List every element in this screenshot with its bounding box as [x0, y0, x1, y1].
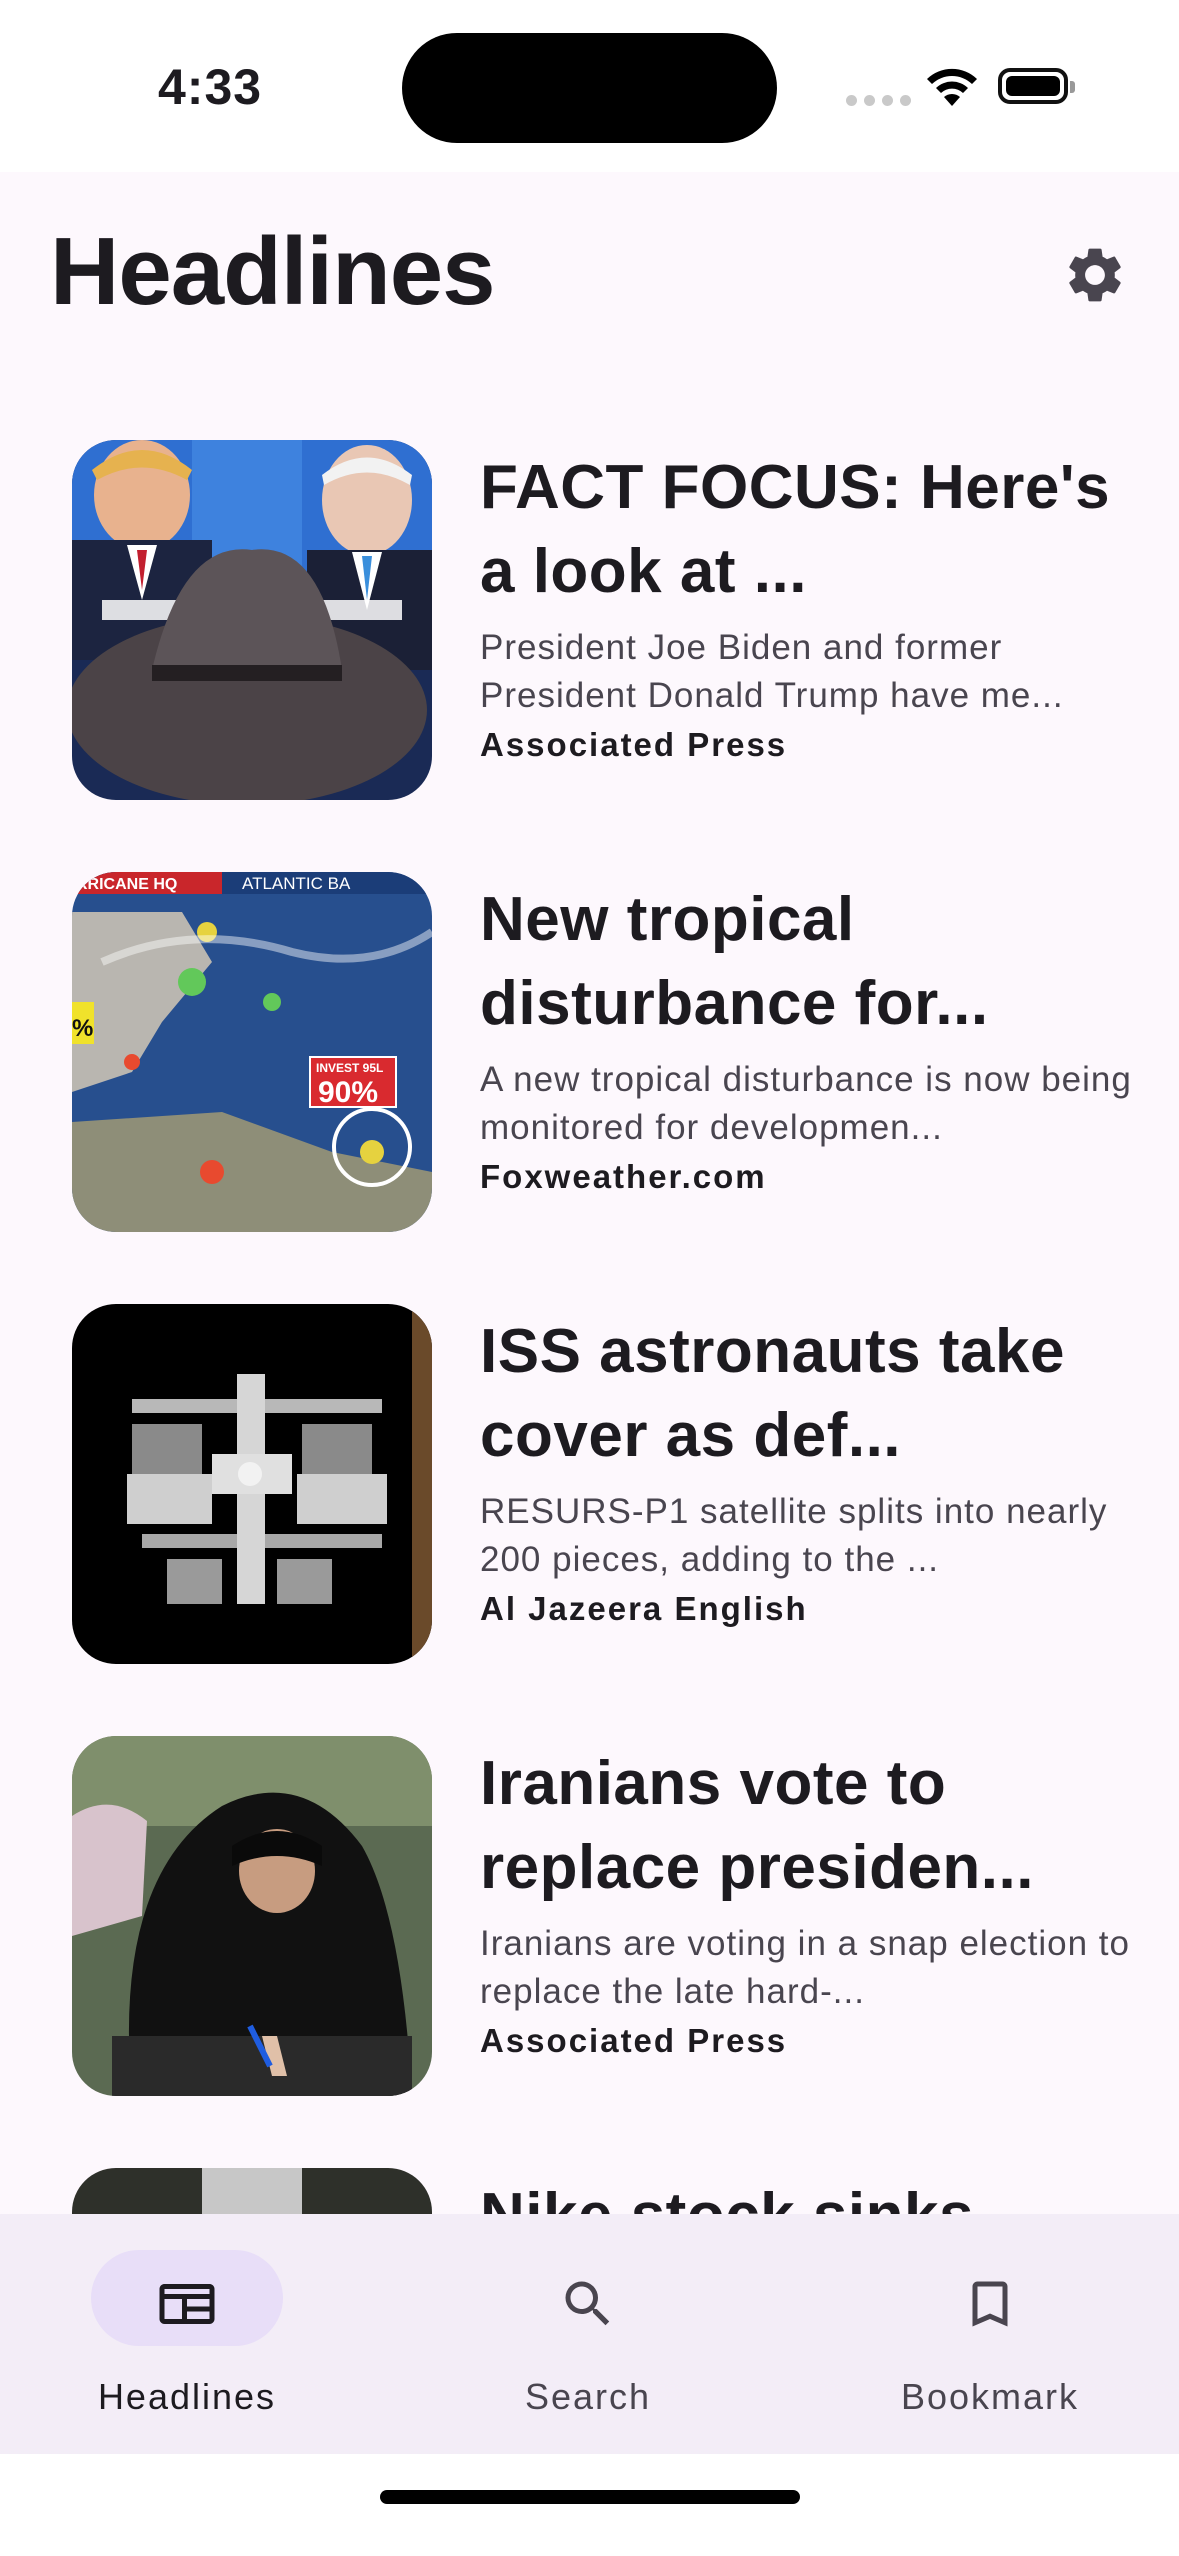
status-time: 4:33 — [158, 59, 263, 115]
home-indicator-area — [0, 2454, 1179, 2556]
bookmark-icon — [972, 2281, 1008, 2327]
article-item[interactable]: RRICANE HQ ATLANTIC BA INVEST 95L 90% % … — [72, 872, 1132, 1232]
article-headline: New tropical disturbance for... — [480, 885, 989, 1038]
article-source: Associated Press — [480, 2022, 788, 2059]
article-source: Al Jazeera English — [480, 1590, 808, 1627]
article-item[interactable]: FACT FOCUS: Here's a look at ... Preside… — [72, 440, 1132, 800]
article-item[interactable]: Iranians vote to replace presiden... Ira… — [72, 1736, 1132, 2096]
nav-label: Headlines — [97, 2376, 277, 2417]
article-headline: ISS astronauts take cover as def... — [480, 1317, 1065, 1470]
search-icon — [565, 2281, 610, 2326]
gear-icon[interactable] — [1062, 242, 1128, 308]
bottom-navigation: Headlines Search Bookmark — [0, 2214, 1179, 2454]
article-summary: A new tropical disturbance is now being … — [480, 1060, 1132, 1147]
battery-icon — [998, 68, 1075, 104]
status-bar: 4:33 — [0, 0, 1179, 172]
cellular-signal-icon — [846, 95, 911, 106]
image-banner-right: ATLANTIC BA — [242, 874, 351, 893]
newspaper-icon — [159, 2284, 215, 2324]
nav-item-headlines[interactable]: Headlines — [37, 2250, 337, 2430]
image-invest-label: INVEST 95L — [316, 1061, 383, 1075]
image-left-pct: % — [72, 1015, 93, 1042]
article-source: Foxweather.com — [480, 1158, 767, 1195]
wifi-icon — [927, 68, 977, 106]
page-title: Headlines — [50, 218, 496, 325]
nav-item-bookmark[interactable]: Bookmark — [840, 2250, 1140, 2430]
image-banner-left: RRICANE HQ — [76, 876, 177, 893]
article-source: Associated Press — [480, 726, 788, 763]
article-headline: Iranians vote to replace presiden... — [480, 1749, 1034, 1902]
article-thumbnail: RRICANE HQ ATLANTIC BA INVEST 95L 90% % — [72, 872, 432, 1232]
article-thumbnail — [72, 1304, 432, 1664]
article-headline: FACT FOCUS: Here's a look at ... — [480, 453, 1111, 606]
dynamic-island — [402, 33, 777, 143]
home-indicator[interactable] — [380, 2490, 800, 2504]
article-summary: Iranians are voting in a snap election t… — [480, 1924, 1130, 2011]
article-summary: RESURS-P1 satellite splits into nearly 2… — [480, 1492, 1108, 1579]
nav-item-search[interactable]: Search — [438, 2250, 738, 2430]
article-item[interactable]: ISS astronauts take cover as def... RESU… — [72, 1304, 1132, 1664]
image-invest-pct: 90% — [318, 1076, 378, 1109]
article-summary: President Joe Biden and former President… — [480, 628, 1064, 715]
headlines-screen: Headlines FACT FOCUS: Here's a look at .… — [0, 172, 1179, 2454]
article-thumbnail — [72, 1736, 432, 2096]
nav-label: Bookmark — [900, 2376, 1080, 2417]
nav-label: Search — [524, 2376, 652, 2417]
article-thumbnail — [72, 440, 432, 800]
